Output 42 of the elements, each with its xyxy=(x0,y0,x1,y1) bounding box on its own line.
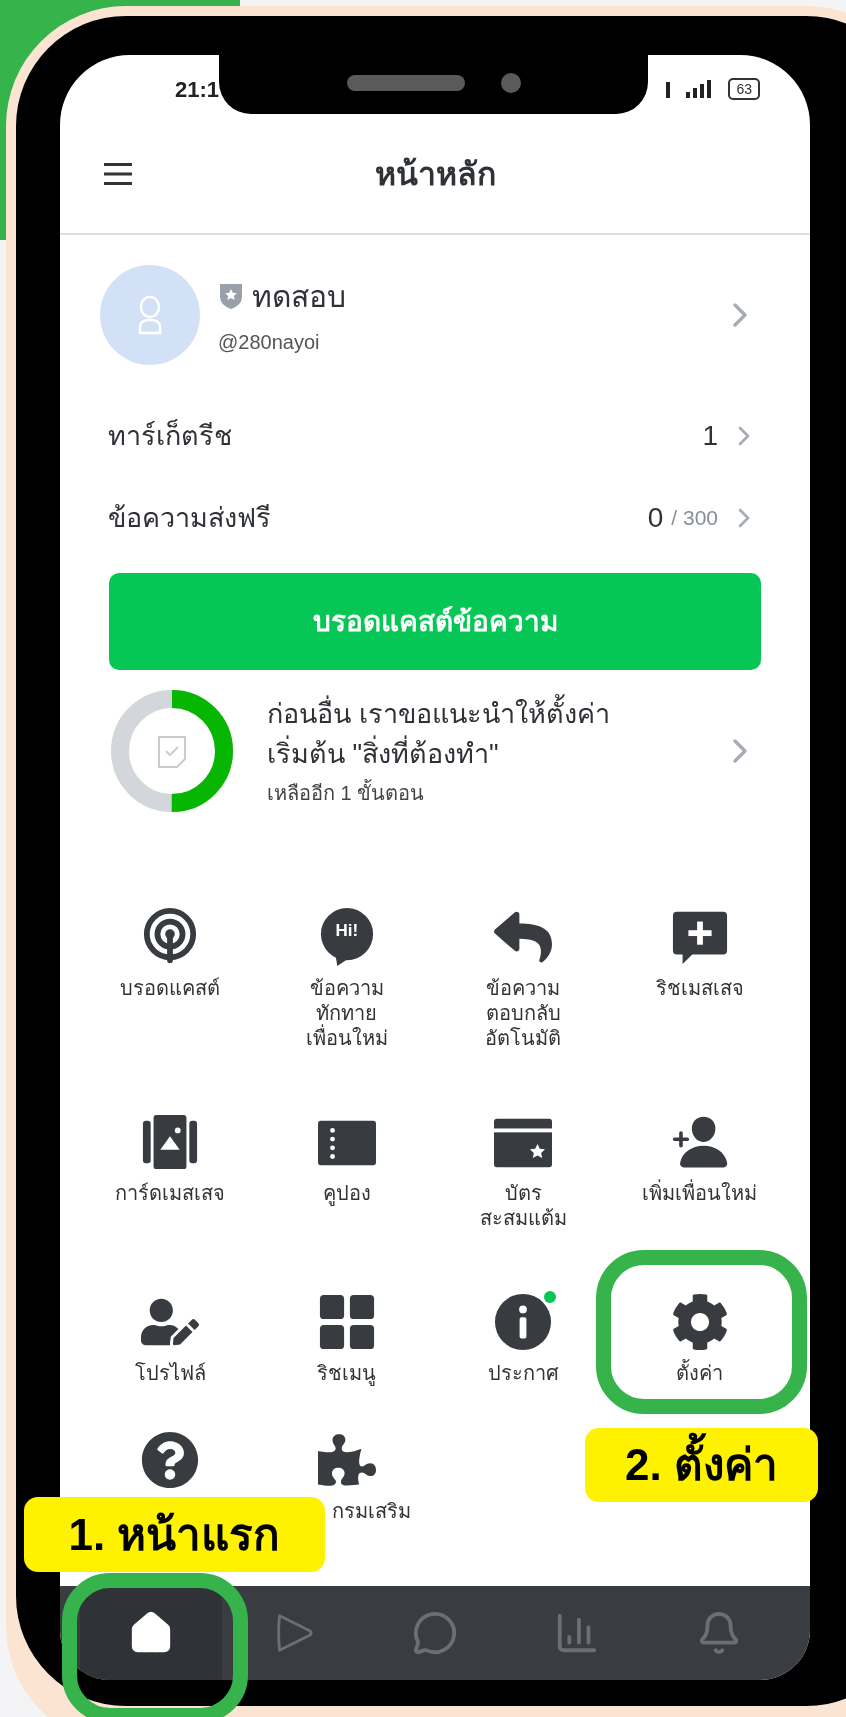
callout-label: 2. ตั้งค่า xyxy=(585,1428,818,1502)
stat-row[interactable]: ทาร์เก็ตรีช 1 xyxy=(60,395,810,477)
puzzle-icon xyxy=(317,1431,376,1489)
menu-label: ประกาศ xyxy=(487,1361,559,1386)
stat-limit: / 300 xyxy=(671,505,718,532)
battery-indicator: 63 xyxy=(728,78,760,100)
menu-label: การ์ดเมสเสจ xyxy=(115,1181,226,1206)
settings-icon xyxy=(670,1293,729,1351)
stat-value: 0 xyxy=(647,501,664,535)
shield-star-icon xyxy=(218,282,244,310)
stat-value: 1 xyxy=(702,419,718,453)
profile-row[interactable]: ทดสอบ @280nayoi xyxy=(60,235,810,395)
menu-label: โปรไฟล์ xyxy=(134,1361,206,1386)
help-icon[interactable] xyxy=(141,1431,200,1489)
account-id: @280nayoi xyxy=(218,329,321,355)
menu-label: ข้อความ ทักทาย เพื่อนใหม่ xyxy=(305,976,388,1051)
menu-icon[interactable] xyxy=(104,162,132,186)
photo-card-icon xyxy=(141,1113,200,1171)
setup-subtitle: เหลืออีก 1 ขั้นตอน xyxy=(267,778,688,808)
menu-label: ริชเมสเสจ xyxy=(655,976,744,1001)
callout-label: 1. หน้าแรก xyxy=(24,1497,325,1572)
grid-icon xyxy=(317,1293,376,1351)
menu-label: เพิ่มเพื่อนใหม่ xyxy=(642,1181,758,1206)
stat-label: ข้อความส่งฟรี xyxy=(108,501,272,535)
menu-label: บัตร สะสมแต้ม xyxy=(479,1181,567,1231)
menu-label: คูปอง xyxy=(322,1181,371,1206)
setup-card[interactable]: ก่อนอื่น เราขอแนะนำให้ตั้งค่า เริ่มต้น "สิ่งที่ต้องทำ" เหลืออีก 1 ขั้นตอน xyxy=(60,670,810,832)
menu-label: บรอดแคสต์ xyxy=(120,976,221,1001)
stat-row[interactable]: ข้อความส่งฟรี 0 / 300 xyxy=(60,477,810,559)
status-time: 21:1 xyxy=(175,75,220,104)
chat-icon xyxy=(412,1610,458,1656)
menu-label: ข้อความ ตอบกลับ อัตโนมัติ xyxy=(485,976,562,1051)
menu-label: ตั้งค่า xyxy=(676,1361,724,1386)
nav-tab[interactable] xyxy=(80,1586,222,1680)
page-title: หน้าหลัก xyxy=(374,155,496,194)
checklist-icon xyxy=(157,735,187,769)
account-name: ทดสอบ xyxy=(252,278,346,315)
setup-title: ก่อนอื่น เราขอแนะนำให้ตั้งค่า เริ่มต้น "สิ่งที่ต้องทำ" xyxy=(267,694,688,774)
menu-label: ริชเมนู xyxy=(317,1361,377,1386)
menu-label: กรมเสริม xyxy=(332,1499,412,1524)
stat-label: ทาร์เก็ตรีช xyxy=(108,418,233,453)
info-icon xyxy=(494,1293,553,1351)
